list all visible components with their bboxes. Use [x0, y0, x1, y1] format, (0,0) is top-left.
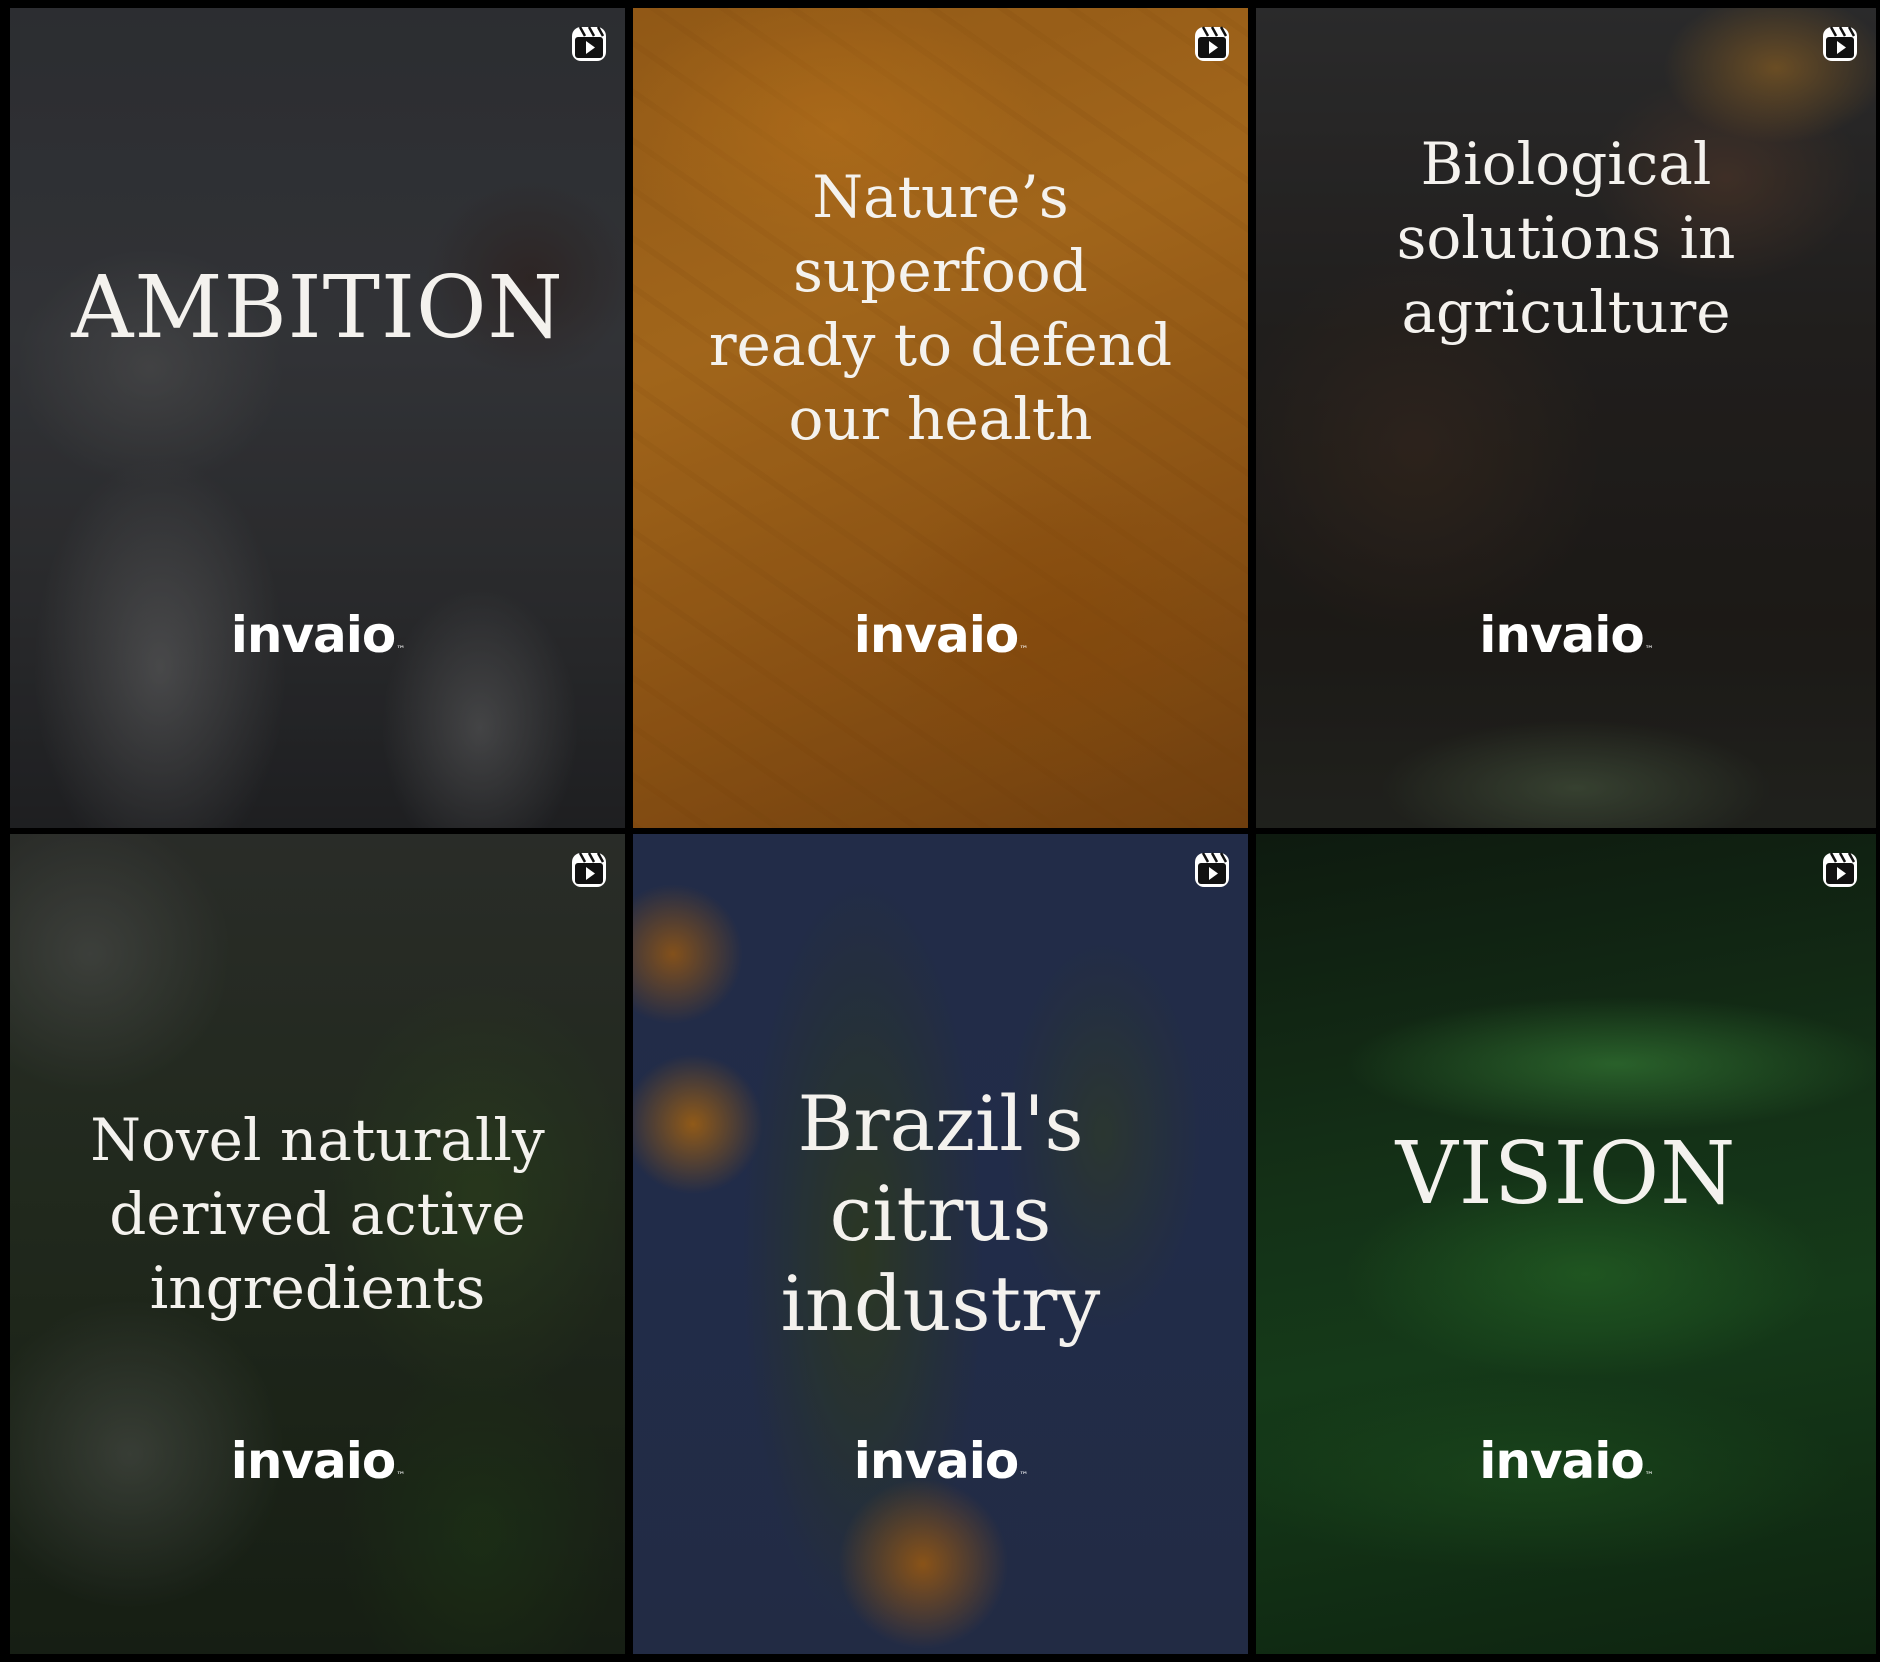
- reels-icon: [1195, 26, 1229, 61]
- reel-tile-superfood[interactable]: Nature’s superfood ready to defend our h…: [633, 8, 1248, 828]
- reels-icon: [1823, 26, 1857, 61]
- tile-headline: Nature’s superfood ready to defend our h…: [708, 163, 1173, 453]
- tile-headline: Novel naturally derived active ingredien…: [90, 1106, 545, 1322]
- reels-icon: [1823, 852, 1857, 887]
- invaio-logo: invaio™: [230, 1432, 406, 1490]
- invaio-logo: invaio™: [1479, 606, 1654, 664]
- reel-tile-active-ingredients[interactable]: Novel naturally derived active ingredien…: [10, 834, 625, 1654]
- tile-headline: AMBITION: [71, 258, 564, 358]
- invaio-logo: invaio™: [230, 606, 406, 664]
- reel-tile-citrus-industry[interactable]: Brazil's citrus industry invaio™: [633, 834, 1248, 1654]
- reel-tile-ambition[interactable]: AMBITION invaio™: [10, 8, 625, 828]
- tile-headline: Biological solutions in agriculture: [1396, 130, 1736, 346]
- invaio-logo: invaio™: [853, 606, 1029, 664]
- reels-icon: [1195, 852, 1229, 887]
- reel-tile-vision[interactable]: VISION invaio™: [1256, 834, 1876, 1654]
- invaio-logo: invaio™: [1479, 1432, 1654, 1490]
- reels-icon: [572, 852, 606, 887]
- reel-tile-biological-solutions[interactable]: Biological solutions in agriculture inva…: [1256, 8, 1876, 828]
- tile-headline: VISION: [1395, 1124, 1737, 1224]
- tile-headline: Brazil's citrus industry: [780, 1079, 1101, 1348]
- reels-icon: [572, 26, 606, 61]
- reels-grid: AMBITION invaio™ Nature’s superfood read…: [10, 8, 1876, 1654]
- invaio-logo: invaio™: [853, 1432, 1029, 1490]
